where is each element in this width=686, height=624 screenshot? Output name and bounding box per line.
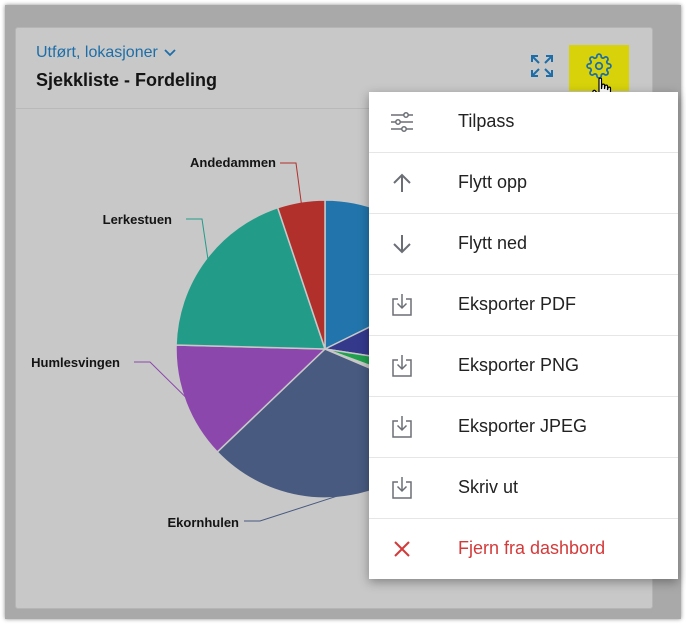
menu-item-label: Skriv ut	[458, 477, 519, 497]
menu-item-label: Eksporter PDF	[458, 294, 577, 314]
download-icon	[389, 292, 415, 318]
menu-item-label: Eksporter PNG	[458, 355, 580, 375]
menu-item-label: Flytt ned	[458, 233, 528, 253]
menu-item-fjern-fra-dashbord[interactable]: Fjern fra dashbord	[369, 519, 678, 579]
menu-item-skriv-ut[interactable]: Skriv ut	[369, 458, 678, 519]
arrow-up-icon	[389, 170, 415, 196]
download-icon	[389, 414, 415, 440]
menu-item-flytt-ned[interactable]: Flytt ned	[369, 214, 678, 275]
menu-item-eksporter-png[interactable]: Eksporter PNG	[369, 336, 678, 397]
menu-item-label: Eksporter JPEG	[458, 416, 588, 436]
pie-label-lerkestuen: Lerkestuen	[103, 212, 172, 227]
download-icon	[389, 475, 415, 501]
sliders-icon	[389, 109, 415, 135]
pie-label-humlesvingen: Humlesvingen	[31, 355, 120, 370]
widget-options-menu: Tilpass Flytt opp Flytt ned Eksporter PD…	[369, 92, 678, 579]
pie-label-andedammen: Andedammen	[190, 155, 276, 170]
menu-item-label: Fjern fra dashbord	[458, 538, 606, 558]
menu-item-tilpass[interactable]: Tilpass	[369, 92, 678, 153]
pie-connector-line	[186, 218, 209, 263]
menu-item-flytt-opp[interactable]: Flytt opp	[369, 153, 678, 214]
menu-item-eksporter-jpeg[interactable]: Eksporter JPEG	[369, 397, 678, 458]
menu-item-label: Flytt opp	[458, 172, 528, 192]
menu-item-label: Tilpass	[458, 111, 515, 131]
close-icon	[389, 536, 415, 562]
arrow-down-icon	[389, 231, 415, 257]
menu-item-eksporter-pdf[interactable]: Eksporter PDF	[369, 275, 678, 336]
download-icon	[389, 353, 415, 379]
pie-connector-line	[280, 162, 303, 206]
pie-label-ekornhulen: Ekornhulen	[167, 515, 239, 530]
